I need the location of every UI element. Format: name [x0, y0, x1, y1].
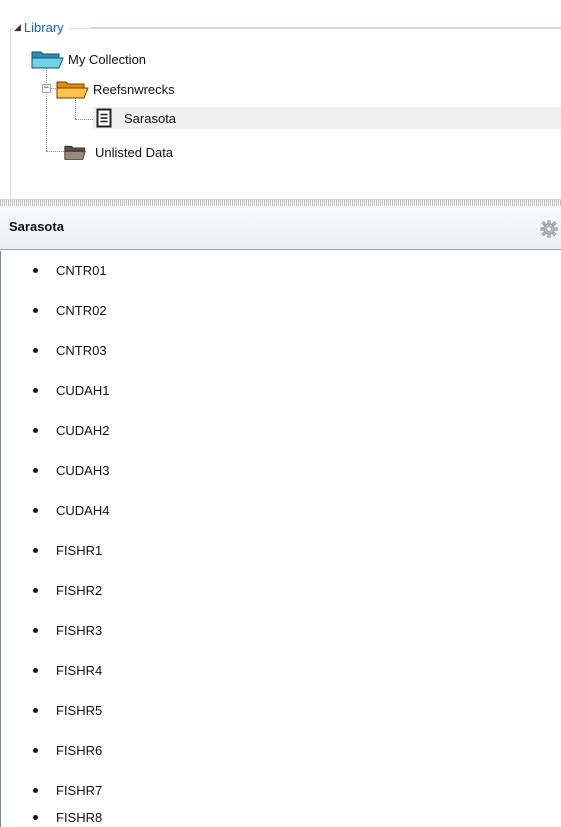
list-item-label: FISHR6 — [56, 742, 103, 758]
bullet-icon — [33, 267, 38, 273]
list-item-label: FISHR2 — [56, 582, 103, 598]
document-icon — [96, 108, 112, 128]
list-item-label: FISHR7 — [56, 782, 103, 798]
list-item-label: FISHR5 — [56, 702, 103, 718]
list-item[interactable]: CNTR01 — [33, 260, 107, 280]
folder-open-gray-icon — [64, 145, 86, 160]
tree-node-sarasota[interactable]: Sarasota — [93, 107, 561, 129]
library-header-label: Library — [23, 19, 64, 35]
collapse-node-icon[interactable]: − — [42, 84, 51, 93]
list-item[interactable]: CUDAH1 — [33, 380, 109, 400]
list-item[interactable]: CNTR03 — [33, 340, 107, 360]
bullet-icon — [33, 787, 38, 793]
folder-open-orange-icon — [56, 81, 89, 99]
list-item[interactable]: FISHR4 — [33, 660, 102, 680]
folder-open-blue-icon — [31, 51, 64, 69]
tree-node-reefsnwrecks[interactable]: Reefsnwrecks — [56, 78, 175, 100]
list-item-label: CUDAH4 — [56, 502, 110, 518]
tree-node-my-collection[interactable]: My Collection — [31, 48, 146, 70]
details-title: Sarasota — [9, 219, 64, 234]
bullet-icon — [33, 707, 38, 713]
list-item-label: CUDAH2 — [56, 422, 110, 438]
list-item-label: CUDAH3 — [56, 462, 110, 478]
library-panel: ◢ Library My Collection − Reefsnwrecks S… — [0, 0, 561, 200]
details-item-list: CNTR01 CNTR02 CNTR03 CUDAH1 CUDAH2 CUDAH… — [0, 251, 561, 827]
list-item-label: CNTR02 — [56, 302, 107, 318]
list-item[interactable]: CUDAH2 — [33, 420, 109, 440]
library-header-rule — [90, 27, 561, 28]
details-header: Sarasota — [0, 206, 561, 250]
list-item[interactable]: FISHR7 — [33, 780, 102, 800]
tree-node-label: Unlisted Data — [95, 144, 174, 160]
library-group-header[interactable]: ◢ Library — [14, 17, 68, 37]
bullet-icon — [33, 587, 38, 593]
bullet-icon — [33, 507, 38, 513]
tree-connector — [75, 119, 93, 120]
list-item[interactable]: CUDAH4 — [33, 500, 109, 520]
tree-node-label: Sarasota — [124, 110, 177, 126]
bullet-icon — [33, 467, 38, 473]
tree-node-unlisted-data[interactable]: Unlisted Data — [64, 141, 173, 163]
bullet-icon — [33, 347, 38, 353]
bullet-icon — [33, 307, 38, 313]
list-item[interactable]: CNTR02 — [33, 300, 107, 320]
list-item-label: FISHR8 — [56, 809, 103, 825]
tree-node-label: My Collection — [68, 51, 147, 67]
bullet-icon — [33, 427, 38, 433]
list-item[interactable]: CUDAH3 — [33, 460, 109, 480]
list-item-label: FISHR4 — [56, 662, 103, 678]
list-item-label: CNTR01 — [56, 262, 107, 278]
bullet-icon — [33, 667, 38, 673]
bullet-icon — [33, 387, 38, 393]
bullet-icon — [33, 627, 38, 633]
list-item[interactable]: FISHR1 — [33, 540, 102, 560]
list-item-label: FISHR3 — [56, 622, 103, 638]
tree-connector — [75, 97, 76, 119]
bullet-icon — [33, 814, 38, 820]
list-item[interactable]: FISHR8 — [33, 807, 102, 827]
list-item-label: CUDAH1 — [56, 382, 110, 398]
gear-icon[interactable] — [540, 220, 558, 238]
collapse-triangle-icon[interactable]: ◢ — [14, 22, 21, 33]
tree-connector — [46, 151, 64, 152]
list-item[interactable]: FISHR2 — [33, 580, 102, 600]
list-item-label: CNTR03 — [56, 342, 107, 358]
list-item-label: FISHR1 — [56, 542, 103, 558]
list-item[interactable]: FISHR6 — [33, 740, 102, 760]
tree-node-label: Reefsnwrecks — [93, 81, 175, 97]
bullet-icon — [33, 547, 38, 553]
tree-connector — [46, 68, 47, 151]
bullet-icon — [33, 747, 38, 753]
list-item[interactable]: FISHR5 — [33, 700, 102, 720]
list-item[interactable]: FISHR3 — [33, 620, 102, 640]
